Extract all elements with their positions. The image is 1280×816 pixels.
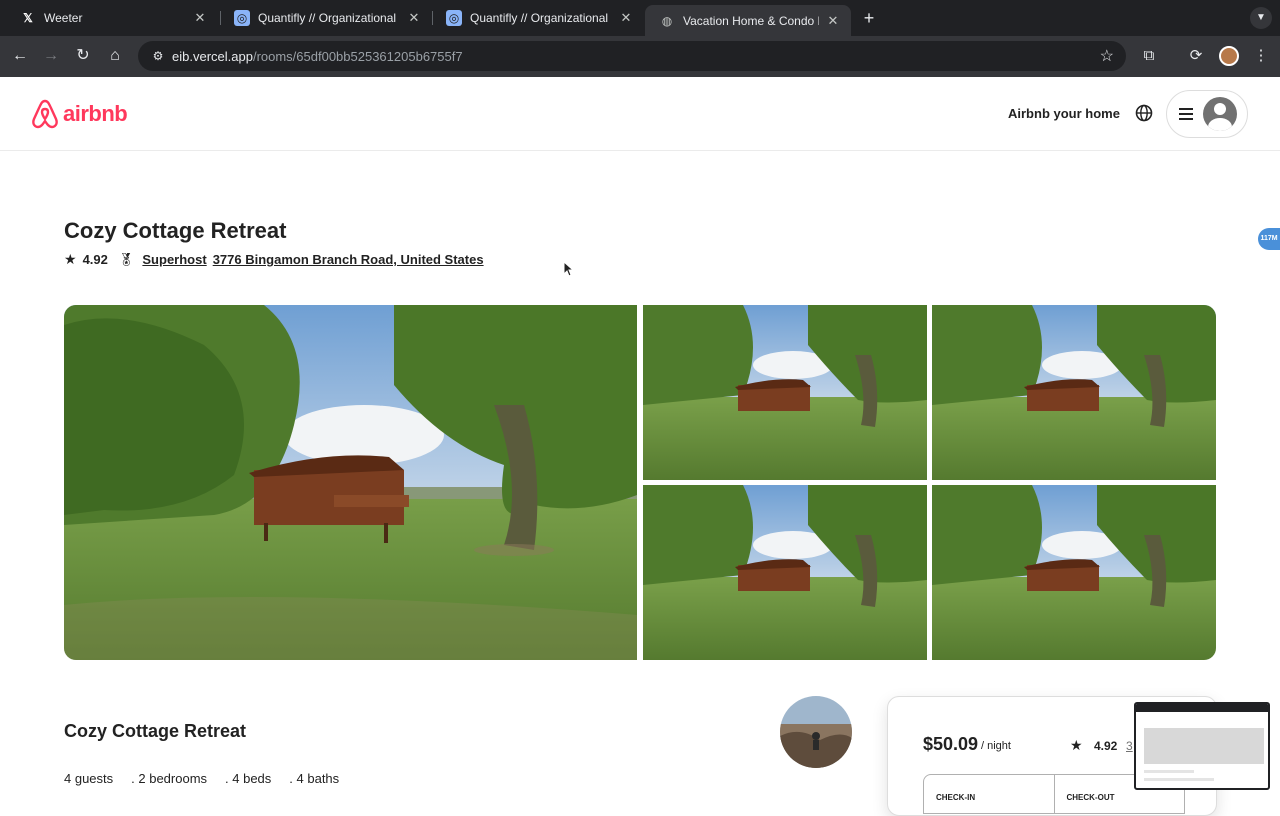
listing-stats: 4 guests . 2 bedrooms . 4 beds . 4 baths <box>64 771 357 786</box>
reviews-link[interactable]: 3 <box>1126 739 1133 753</box>
globe-icon[interactable] <box>1134 103 1154 123</box>
extension-icon[interactable]: ⟳ <box>1185 45 1207 67</box>
superhost-link[interactable]: Superhost <box>142 252 206 267</box>
x-logo-icon: 𝕏 <box>23 11 33 25</box>
airbnb-your-home-link[interactable]: Airbnb your home <box>1008 106 1120 121</box>
cottage-photo <box>932 305 1216 480</box>
bookmark-star-icon[interactable]: ☆ <box>1100 46 1114 66</box>
brand-name: airbnb <box>63 101 128 126</box>
listing-rating: 4.92 <box>82 252 108 267</box>
mouse-cursor-icon <box>563 261 573 277</box>
check-in-field[interactable]: CHECK-IN <box>924 775 1054 813</box>
airbnb-logo[interactable]: airbnb <box>31 99 128 129</box>
more-menu-icon[interactable]: ⋮ <box>1250 45 1272 67</box>
new-tab-icon[interactable]: + <box>859 8 879 28</box>
address-link[interactable]: 3776 Bingamon Branch Road, United States <box>213 252 484 267</box>
star-icon: ★ <box>1070 737 1083 753</box>
url-text: eib.vercel.app/rooms/65df00bb525361205b6… <box>172 48 463 64</box>
extension-badge[interactable]: 117M <box>1258 228 1280 250</box>
listing-photo-main[interactable] <box>64 305 637 660</box>
tab-title: Weeter <box>44 11 83 25</box>
browser-toolbar: ← → ↻ ⌂ ⚙ eib.vercel.app/rooms/65df00bb5… <box>0 36 1280 77</box>
tab-weeter[interactable]: 𝕏 Weeter ✕ <box>6 5 218 31</box>
listing-title: Cozy Cottage Retreat <box>64 218 287 243</box>
hamburger-icon <box>1179 105 1193 123</box>
cottage-photo <box>64 305 637 660</box>
preview-text-line <box>1144 770 1194 773</box>
tab-quantifly-1[interactable]: ◎ Quantifly // Organizational Dia ✕ <box>220 5 432 31</box>
home-icon[interactable]: ⌂ <box>104 45 126 67</box>
medal-icon: 🏅︎ <box>117 251 135 267</box>
profile-avatar[interactable] <box>1219 46 1239 66</box>
listing-photo-3[interactable] <box>932 305 1216 480</box>
cottage-photo <box>932 485 1216 660</box>
address-bar[interactable]: ⚙ eib.vercel.app/rooms/65df00bb525361205… <box>138 41 1126 71</box>
airbnb-logo-icon <box>32 99 58 129</box>
preview-text-line <box>1144 778 1214 781</box>
cottage-photo <box>643 485 927 660</box>
extensions-puzzle-icon[interactable]: ⧉ <box>1138 45 1160 67</box>
host-photo <box>780 696 852 768</box>
user-menu-button[interactable] <box>1166 90 1248 138</box>
listing-photo-4[interactable] <box>643 485 927 660</box>
baths-count: . 4 baths <box>289 771 340 786</box>
quantifly-icon: ◎ <box>446 10 462 26</box>
close-icon[interactable]: ✕ <box>825 13 841 29</box>
tab-quantifly-2[interactable]: ◎ Quantifly // Organizational Dia ✕ <box>432 5 644 31</box>
per-night-label: / night <box>981 740 1011 752</box>
screen-preview-thumbnail[interactable] <box>1134 702 1270 790</box>
listing-photo-2[interactable] <box>643 305 927 480</box>
host-avatar[interactable] <box>780 696 852 768</box>
guests-count: 4 guests <box>64 771 114 786</box>
star-icon: ★ <box>64 251 77 267</box>
preview-chrome <box>1136 704 1268 712</box>
cottage-photo <box>643 305 927 480</box>
listing-photo-5[interactable] <box>932 485 1216 660</box>
site-header: airbnb Airbnb your home <box>0 77 1280 151</box>
preview-photo-grid <box>1144 728 1264 764</box>
beds-count: . 4 beds <box>225 771 272 786</box>
tab-vacation-home[interactable]: ◍ Vacation Home & Condo Rent ✕ <box>645 5 851 36</box>
close-icon[interactable]: ✕ <box>406 10 422 26</box>
browser-tab-bar: 𝕏 Weeter ✕ ◎ Quantifly // Organizational… <box>0 0 1280 36</box>
close-icon[interactable]: ✕ <box>192 10 208 26</box>
booking-rating: 4.92 <box>1094 739 1118 753</box>
tab-title: Quantifly // Organizational Dia <box>258 11 400 25</box>
quantifly-icon: ◎ <box>234 10 250 26</box>
reload-icon[interactable]: ↻ <box>72 45 94 67</box>
nightly-price: $50.09 <box>923 734 979 754</box>
listing-meta: ★ 4.92 🏅︎ Superhost 3776 Bingamon Branch… <box>64 251 490 268</box>
details-title: Cozy Cottage Retreat <box>64 721 247 741</box>
tab-title: Quantifly // Organizational Dia <box>470 11 612 25</box>
forward-arrow-icon[interactable]: → <box>40 45 62 67</box>
bedrooms-count: . 2 bedrooms <box>131 771 208 786</box>
site-info-icon[interactable]: ⚙ <box>144 49 172 63</box>
globe-icon: ◍ <box>661 13 673 28</box>
close-icon[interactable]: ✕ <box>618 10 634 26</box>
user-avatar-icon <box>1203 97 1237 131</box>
chevron-down-icon[interactable]: ▼ <box>1250 7 1272 29</box>
tab-title: Vacation Home & Condo Rent <box>683 13 819 28</box>
back-arrow-icon[interactable]: ← <box>9 45 31 67</box>
